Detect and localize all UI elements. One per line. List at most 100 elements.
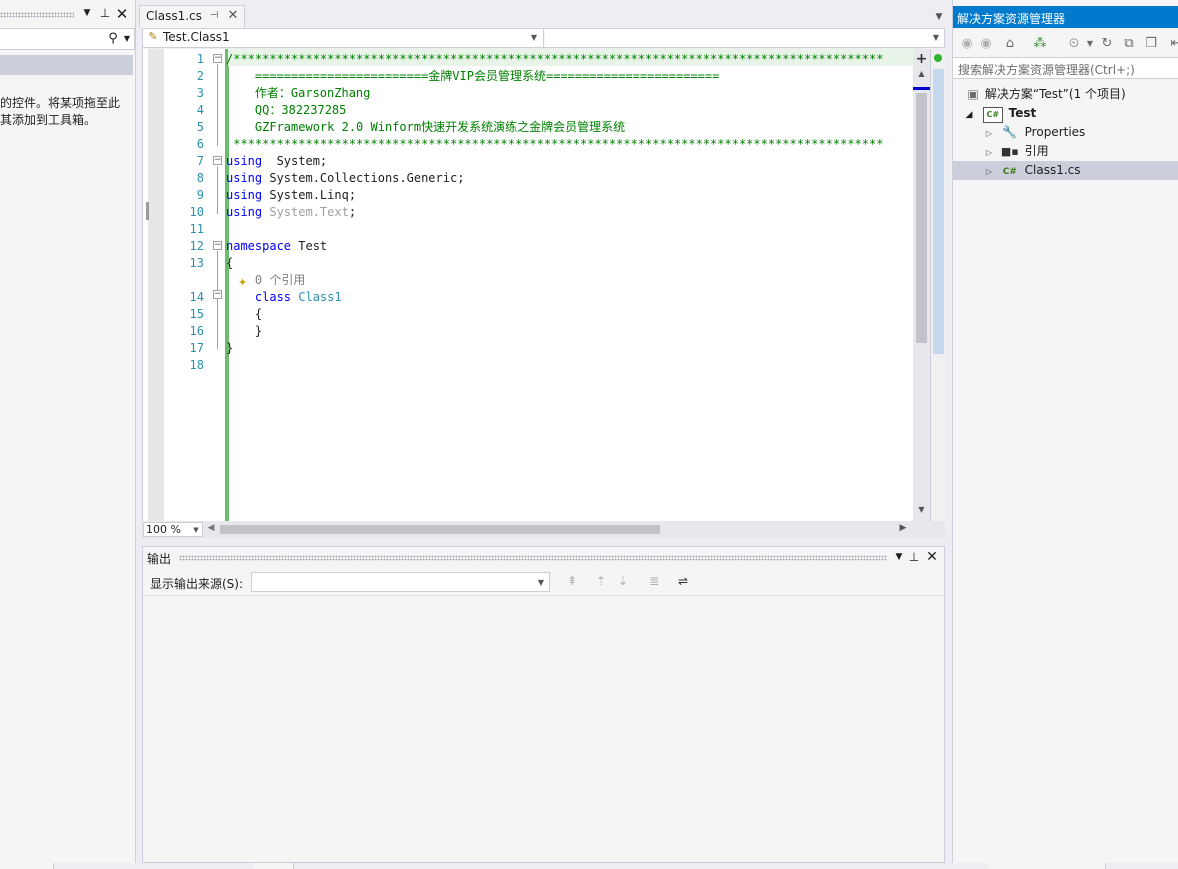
code-line[interactable]: }	[226, 323, 262, 340]
code-line[interactable]: using System.Collections.Generic;	[226, 170, 464, 187]
line-number: 10	[189, 205, 204, 219]
code-line[interactable]: /***************************************…	[226, 51, 883, 68]
tree-node-properties[interactable]: ▷ 🔧 Properties	[983, 123, 1085, 142]
expanded-arrow-icon[interactable]: ◢	[963, 106, 975, 125]
properties-label: Properties	[1024, 125, 1086, 139]
csharp-project-icon: C#	[982, 107, 1003, 123]
bottom-tab-solution-explorer[interactable]	[988, 863, 1106, 869]
code-line[interactable]: {	[226, 306, 262, 323]
code-line[interactable]: using System;	[226, 153, 327, 170]
member-dropdown[interactable]: ▼	[545, 29, 944, 47]
solution-label: 解决方案“Test”(1 个项目)	[984, 87, 1126, 101]
chevron-down-icon: ▼	[193, 526, 199, 534]
collapse-all-icon[interactable]: ⧉	[1120, 35, 1138, 53]
collapsed-arrow-icon[interactable]: ▷	[983, 124, 995, 143]
forward-icon[interactable]: ◉	[977, 35, 995, 53]
scroll-right-icon[interactable]: ▶	[898, 523, 908, 533]
sync-icon[interactable]: ↻	[1098, 35, 1116, 53]
editor-vertical-scrollbar[interactable]: + ▲ ▼	[913, 49, 930, 521]
toggle-word-wrap-icon[interactable]: ⇌	[674, 574, 692, 588]
tab-overflow-icon[interactable]: ▼	[932, 12, 946, 22]
class1-cs-label: Class1.cs	[1024, 163, 1081, 177]
clear-all-icon[interactable]: ≣	[646, 574, 662, 588]
code-line[interactable]: ========================金牌VIP会员管理系统=====…	[226, 68, 719, 85]
code-token: {	[226, 307, 263, 321]
solution-explorer-search-input[interactable]: 搜索解决方案资源管理器(Ctrl+;)	[953, 57, 1178, 79]
line-number: 12	[189, 239, 204, 253]
collapsed-arrow-icon[interactable]: ▷	[983, 162, 995, 181]
dropdown-arrow-icon[interactable]: ▼	[80, 8, 94, 18]
scroll-left-icon[interactable]: ◀	[206, 523, 216, 533]
tree-node-references[interactable]: ▷ ■▪ 引用	[983, 142, 1049, 161]
properties-icon[interactable]: ⇤	[1167, 35, 1178, 53]
go-to-previous-message-icon[interactable]: ⇞	[564, 574, 580, 588]
dropdown-arrow-icon[interactable]: ▼	[893, 552, 905, 562]
solution-explorer-titlebar[interactable]: 解决方案资源管理器	[953, 6, 1178, 28]
solution-explorer-title: 解决方案资源管理器	[957, 12, 1066, 26]
line-number: 9	[196, 188, 204, 202]
zoom-dropdown[interactable]: 100 % ▼	[143, 522, 203, 537]
home-icon[interactable]: ⌂	[1001, 35, 1019, 53]
bottom-tab-toolbox[interactable]	[0, 863, 54, 869]
find-previous-icon[interactable]: ⇡	[593, 574, 609, 588]
code-line[interactable]: namespace Test	[226, 238, 327, 255]
code-line[interactable]: 作者：GarsonZhang	[226, 85, 370, 102]
code-token: using	[226, 154, 263, 168]
scroll-down-icon[interactable]: ▼	[913, 505, 930, 514]
close-icon[interactable]: ✕	[115, 5, 129, 23]
code-line[interactable]: using System.Text;	[226, 204, 356, 221]
code-token: Class1	[291, 290, 342, 304]
tree-node-project[interactable]: ◢ C# Test	[963, 104, 1036, 123]
line-number: 18	[189, 358, 204, 372]
code-token: using	[226, 205, 263, 219]
overview-viewport[interactable]	[933, 69, 944, 354]
references-icon: ■▪	[1000, 145, 1019, 158]
solution-icon: ▣	[967, 87, 979, 101]
collapsed-arrow-icon[interactable]: ▷	[983, 143, 995, 162]
code-line[interactable]: using System.Linq;	[226, 187, 356, 204]
output-source-dropdown[interactable]: ▼	[251, 572, 550, 592]
code-line[interactable]: class Class1	[226, 289, 342, 306]
split-window-icon[interactable]: +	[913, 51, 930, 67]
scroll-thumb[interactable]	[916, 93, 927, 343]
tree-node-class1-cs[interactable]: ▷ C# Class1.cs	[983, 161, 1081, 180]
code-token: ========================金牌VIP会员管理系统=====…	[226, 69, 720, 83]
tab-label: Class1.cs	[146, 9, 202, 23]
code-line[interactable]: GZFramework 2.0 Winform快速开发系统演练之金牌会员管理系统	[226, 119, 625, 136]
find-next-icon[interactable]: ⇣	[615, 574, 631, 588]
tab-close-icon[interactable]: ✕	[226, 8, 240, 23]
close-icon[interactable]: ✕	[925, 549, 939, 565]
toolbox-group-header[interactable]	[0, 55, 133, 75]
code-token: using	[226, 188, 263, 202]
show-all-files-icon[interactable]: ❐	[1142, 35, 1160, 53]
output-text-area[interactable]	[143, 595, 944, 862]
code-line[interactable]: ****************************************…	[226, 136, 883, 153]
solutions-and-folders-icon[interactable]: ⁂	[1031, 35, 1049, 53]
code-token: System.Text	[262, 205, 349, 219]
code-token: class	[226, 290, 292, 304]
scroll-up-icon[interactable]: ▲	[913, 69, 930, 78]
pin-icon[interactable]: ⊥	[98, 6, 112, 20]
code-line[interactable]: 0 个引用	[226, 272, 305, 289]
line-number: 7	[196, 154, 204, 168]
tab-pin-icon[interactable]: ⊣	[208, 10, 220, 21]
code-line[interactable]: }	[226, 340, 233, 357]
project-label: Test	[1008, 106, 1037, 120]
type-dropdown[interactable]: ✎ Test.Class1 ▼	[143, 29, 544, 47]
tab-class1-cs[interactable]: Class1.cs ⊣ ✕	[139, 5, 245, 28]
line-number: 1	[196, 52, 204, 66]
bottom-tab-output[interactable]	[254, 863, 294, 869]
line-number: 3	[196, 86, 204, 100]
back-icon[interactable]: ◉	[958, 35, 976, 53]
code-line[interactable]: QQ：382237285	[226, 102, 346, 119]
pin-icon[interactable]: ⊥	[908, 550, 920, 564]
chevron-down-icon[interactable]: ▼	[1081, 35, 1099, 53]
code-line[interactable]: {	[226, 255, 233, 272]
tree-node-solution[interactable]: ▣ 解决方案“Test”(1 个项目)	[965, 85, 1126, 104]
toolbox-search-input[interactable]: ⚲ ▼	[0, 28, 135, 50]
code-token: }	[226, 324, 263, 338]
code-token: namespace	[226, 239, 292, 253]
search-options-icon[interactable]: ▼	[122, 34, 132, 43]
horizontal-scroll-thumb[interactable]	[220, 525, 660, 534]
line-number: 8	[196, 171, 204, 185]
